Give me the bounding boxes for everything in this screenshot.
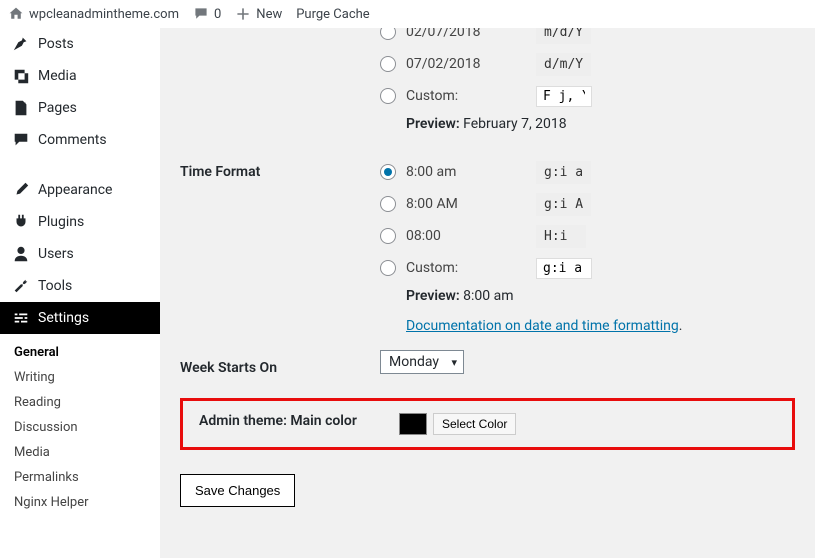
time-option-code: g:i A (536, 193, 591, 216)
sliders-icon (12, 309, 30, 327)
comment-icon (193, 6, 209, 22)
admin-color-highlight: Admin theme: Main color Select Color (180, 398, 795, 450)
date-option-code: m/d/Y (536, 28, 591, 44)
adminbar-site-link[interactable]: wpcleanadmintheme.com (8, 6, 179, 22)
date-preview-label: Preview: (406, 116, 460, 132)
submenu-item-permalinks[interactable]: Permalinks (12, 465, 160, 490)
user-icon (12, 245, 30, 263)
submenu-item-nginx[interactable]: Nginx Helper (12, 490, 160, 515)
radio-date-custom[interactable] (380, 88, 396, 104)
radio-time-gia[interactable] (380, 164, 396, 180)
sidebar-item-label: Appearance (38, 182, 112, 198)
sidebar-item-label: Comments (38, 132, 107, 148)
submenu-item-writing[interactable]: Writing (12, 365, 160, 390)
plug-icon (12, 213, 30, 231)
time-option-code: H:i (536, 225, 586, 248)
adminbar-purge-link[interactable]: Purge Cache (296, 7, 369, 22)
adminbar-new-link[interactable]: New (235, 6, 282, 22)
time-format-heading: Time Format (180, 146, 380, 342)
sidebar-item-settings[interactable]: Settings (0, 302, 160, 334)
date-option-label: Custom: (406, 88, 526, 104)
sidebar-item-posts[interactable]: Posts (0, 28, 160, 60)
week-starts-select[interactable]: Monday (380, 350, 464, 374)
page-icon (12, 99, 30, 117)
adminbar-comments-link[interactable]: 0 (193, 6, 221, 22)
sidebar-item-tools[interactable]: Tools (0, 270, 160, 302)
time-option-label: 8:00 am (406, 164, 526, 180)
settings-submenu: General Writing Reading Discussion Media… (0, 334, 160, 521)
week-starts-value: Monday (389, 354, 439, 370)
time-option-label: Custom: (406, 260, 526, 276)
date-custom-input[interactable] (536, 86, 592, 107)
comment-icon (12, 131, 30, 149)
submenu-item-general[interactable]: General (12, 340, 160, 365)
wrench-icon (12, 277, 30, 295)
date-option-code: d/m/Y (536, 53, 591, 76)
pushpin-icon (12, 35, 30, 53)
settings-content: 02/07/2018 m/d/Y 07/02/2018 d/m/Y Custom… (160, 28, 815, 558)
sidebar-item-appearance[interactable]: Appearance (0, 174, 160, 206)
time-custom-input[interactable] (536, 258, 592, 279)
time-preview-label: Preview: (406, 288, 460, 304)
time-option-code: g:i a (536, 161, 591, 184)
plus-icon (235, 6, 251, 22)
date-option-label: 02/07/2018 (406, 28, 526, 40)
admin-bar: wpcleanadmintheme.com 0 New Purge Cache (0, 0, 815, 28)
date-preview-value: February 7, 2018 (463, 116, 567, 132)
home-icon (8, 6, 24, 22)
submenu-item-discussion[interactable]: Discussion (12, 415, 160, 440)
admin-color-heading: Admin theme: Main color (199, 413, 399, 435)
submenu-item-media[interactable]: Media (12, 440, 160, 465)
sidebar-item-label: Plugins (38, 214, 84, 230)
sidebar-item-label: Users (38, 246, 74, 262)
brush-icon (12, 181, 30, 199)
color-swatch[interactable] (399, 413, 427, 435)
sidebar-item-media[interactable]: Media (0, 60, 160, 92)
adminbar-purge-label: Purge Cache (296, 7, 369, 22)
radio-time-giA[interactable] (380, 196, 396, 212)
admin-sidebar: Posts Media Pages Comments Appearance Pl… (0, 28, 160, 558)
time-option-label: 08:00 (406, 228, 526, 244)
sidebar-item-label: Media (38, 68, 77, 84)
time-option-label: 8:00 AM (406, 196, 526, 212)
select-color-button[interactable]: Select Color (433, 413, 516, 435)
radio-time-Hi[interactable] (380, 228, 396, 244)
radio-time-custom[interactable] (380, 260, 396, 276)
sidebar-item-label: Tools (38, 278, 72, 294)
save-changes-button[interactable]: Save Changes (180, 474, 295, 507)
submenu-item-reading[interactable]: Reading (12, 390, 160, 415)
week-starts-heading: Week Starts On (180, 342, 380, 394)
radio-date-mdy[interactable] (380, 28, 396, 40)
radio-date-dmy[interactable] (380, 56, 396, 72)
adminbar-new-label: New (256, 7, 282, 22)
sidebar-item-plugins[interactable]: Plugins (0, 206, 160, 238)
sidebar-item-users[interactable]: Users (0, 238, 160, 270)
sidebar-item-pages[interactable]: Pages (0, 92, 160, 124)
sidebar-item-label: Settings (38, 310, 89, 326)
sidebar-item-label: Pages (38, 100, 77, 116)
media-icon (12, 67, 30, 85)
sidebar-item-comments[interactable]: Comments (0, 124, 160, 156)
datetime-doc-link[interactable]: Documentation on date and time formattin… (406, 318, 679, 334)
adminbar-comments-count: 0 (214, 7, 221, 22)
date-option-label: 07/02/2018 (406, 56, 526, 72)
sidebar-item-label: Posts (38, 36, 74, 52)
adminbar-site-name: wpcleanadmintheme.com (29, 7, 179, 22)
time-preview-value: 8:00 am (463, 288, 513, 304)
